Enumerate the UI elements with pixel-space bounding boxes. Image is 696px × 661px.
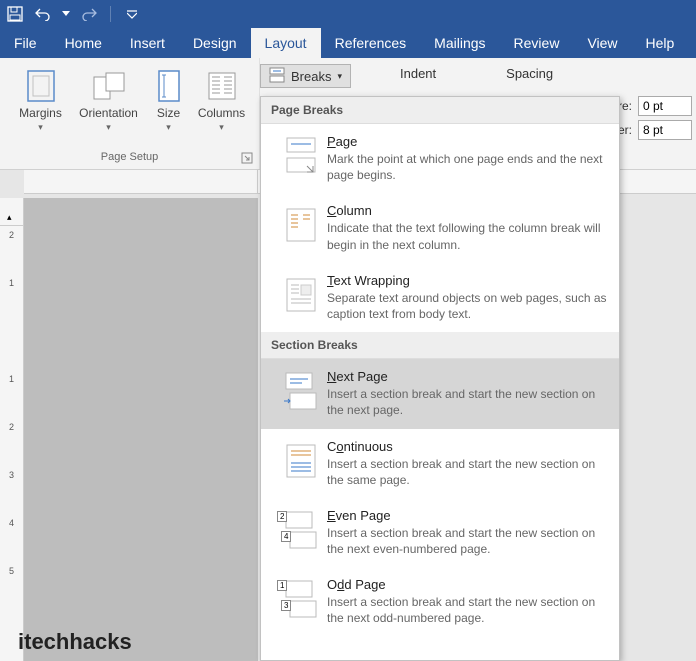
- chevron-down-icon: ▾: [166, 122, 171, 133]
- tab-review[interactable]: Review: [500, 28, 574, 58]
- save-icon[interactable]: [6, 5, 24, 23]
- menu-item-desc: Insert a section break and start the new…: [327, 456, 609, 488]
- menu-item-desc: Mark the point at which one page ends an…: [327, 151, 609, 183]
- caret-up-icon: ▴: [7, 212, 12, 223]
- menu-item-desc: Insert a section break and start the new…: [327, 386, 609, 418]
- margins-button[interactable]: Margins ▾: [9, 62, 73, 133]
- tab-design[interactable]: Design: [179, 28, 251, 58]
- breaks-label: Breaks: [291, 69, 331, 84]
- menu-item-continuous-section[interactable]: Continuous Insert a section break and st…: [261, 429, 619, 498]
- page-break-icon: [275, 134, 327, 183]
- dropdown-header-page-breaks: Page Breaks: [261, 97, 619, 124]
- indent-label: Indent: [400, 66, 436, 81]
- tab-view[interactable]: View: [573, 28, 631, 58]
- orientation-icon: [92, 68, 126, 104]
- chevron-down-icon: ▾: [38, 122, 43, 133]
- size-button[interactable]: Size ▾: [145, 62, 193, 133]
- qat-separator: [110, 6, 111, 22]
- spacing-after-input[interactable]: [638, 120, 692, 140]
- size-icon: [156, 68, 182, 104]
- menu-item-even-page-section[interactable]: 2 4 Even Page Insert a section break and…: [261, 498, 619, 567]
- spacing-before-label: re:: [618, 99, 632, 113]
- menu-item-next-page-section[interactable]: Next Page Insert a section break and sta…: [261, 359, 619, 428]
- tab-layout[interactable]: Layout: [251, 28, 321, 58]
- breaks-button[interactable]: Breaks ▾: [260, 64, 351, 88]
- margins-icon: [26, 68, 56, 104]
- tab-mailings[interactable]: Mailings: [420, 28, 499, 58]
- redo-icon[interactable]: [80, 5, 98, 23]
- menu-item-page-break[interactable]: Page Mark the point at which one page en…: [261, 124, 619, 193]
- tab-file[interactable]: File: [0, 28, 51, 58]
- menu-item-desc: Indicate that the text following the col…: [327, 220, 609, 252]
- menu-item-title: Next Page: [327, 369, 609, 384]
- continuous-section-icon: [275, 439, 327, 488]
- even-page-section-icon: 2 4: [275, 508, 327, 557]
- tab-insert[interactable]: Insert: [116, 28, 179, 58]
- spacing-after-label: er:: [618, 123, 632, 137]
- spacing-label: Spacing: [506, 66, 553, 81]
- vertical-ruler[interactable]: ▴ 2 1 1 2 3 4 5: [0, 198, 24, 661]
- next-page-section-icon: [275, 369, 327, 418]
- undo-icon[interactable]: [34, 5, 52, 23]
- menu-item-title: Page: [327, 134, 609, 149]
- menu-item-column-break[interactable]: Column Indicate that the text following …: [261, 193, 619, 262]
- customize-qat-icon[interactable]: [123, 5, 141, 23]
- menu-item-title: Text Wrapping: [327, 273, 609, 288]
- breaks-icon: [269, 67, 285, 86]
- dialog-launcher-icon[interactable]: [241, 151, 255, 165]
- menu-item-title: Even Page: [327, 508, 609, 523]
- menu-item-desc: Insert a section break and start the new…: [327, 594, 609, 626]
- tab-references[interactable]: References: [321, 28, 421, 58]
- tab-home[interactable]: Home: [51, 28, 116, 58]
- paragraph-labels: Indent Spacing: [400, 66, 553, 81]
- menu-item-title: Column: [327, 203, 609, 218]
- ribbon-tabs: File Home Insert Design Layout Reference…: [0, 28, 696, 58]
- menu-item-desc: Separate text around objects on web page…: [327, 290, 609, 322]
- menu-item-title: Odd Page: [327, 577, 609, 592]
- menu-item-title: Continuous: [327, 439, 609, 454]
- quick-access-toolbar: [0, 0, 696, 28]
- dropdown-header-section-breaks: Section Breaks: [261, 332, 619, 359]
- columns-button[interactable]: Columns ▾: [193, 62, 251, 133]
- column-break-icon: [275, 203, 327, 252]
- breaks-dropdown: Page Breaks Page Mark the point at which…: [260, 96, 620, 661]
- columns-icon: [207, 68, 237, 104]
- chevron-down-icon: ▾: [106, 122, 111, 133]
- undo-dropdown-icon[interactable]: [62, 5, 70, 23]
- orientation-button[interactable]: Orientation ▾: [73, 62, 145, 133]
- menu-item-text-wrapping-break[interactable]: Text Wrapping Separate text around objec…: [261, 263, 619, 332]
- group-page-setup: Margins ▾ Orientation ▾ Size ▾: [0, 58, 260, 169]
- menu-item-odd-page-section[interactable]: 1 3 Odd Page Insert a section break and …: [261, 567, 619, 636]
- tab-help[interactable]: Help: [632, 28, 689, 58]
- watermark: itechhacks: [18, 629, 132, 655]
- group-label-page-setup: Page Setup: [101, 147, 159, 169]
- menu-item-desc: Insert a section break and start the new…: [327, 525, 609, 557]
- chevron-down-icon: ▾: [337, 71, 342, 82]
- spacing-before-input[interactable]: [638, 96, 692, 116]
- chevron-down-icon: ▾: [219, 122, 224, 133]
- document-margin-area: [24, 198, 258, 661]
- text-wrapping-icon: [275, 273, 327, 322]
- odd-page-section-icon: 1 3: [275, 577, 327, 626]
